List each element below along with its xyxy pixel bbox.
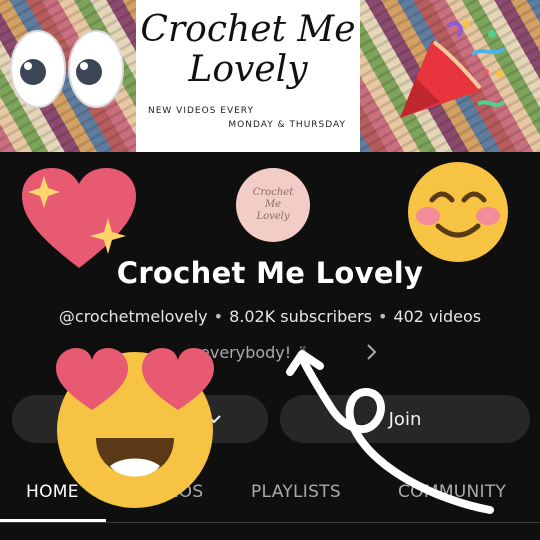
banner-logo-title: Crochet Me Lovely xyxy=(140,9,356,90)
meta-separator: • xyxy=(378,307,388,326)
channel-handle: @crochetmelovely xyxy=(58,307,208,326)
party-popper-icon xyxy=(400,20,506,118)
channel-meta: @crochetmelovely • 8.02K subscribers • 402 v… xyxy=(0,307,540,326)
channel-avatar[interactable]: Crochet Me Lovely xyxy=(236,168,310,242)
tabs-divider xyxy=(0,522,540,523)
heart-eyes-face-icon xyxy=(56,348,214,508)
meta-separator: • xyxy=(213,307,224,326)
banner-tagline-line2: MONDAY & THURSDAY xyxy=(228,120,346,130)
arrow-drawing xyxy=(286,350,494,514)
banner-tagline-line1: NEW VIDEOS EVERY xyxy=(148,106,254,116)
sparkling-heart-icon xyxy=(22,168,136,268)
avatar-text: Crochet Me Lovely xyxy=(252,187,294,222)
banner-logo: Crochet Me Lovely NEW VIDEOS EVERY MONDA… xyxy=(136,0,360,152)
smiling-face-icon xyxy=(408,162,508,262)
eyes-icon xyxy=(10,30,124,108)
video-count: 402 videos xyxy=(393,307,482,326)
subscriber-count: 8.02K subscribers xyxy=(229,307,372,326)
